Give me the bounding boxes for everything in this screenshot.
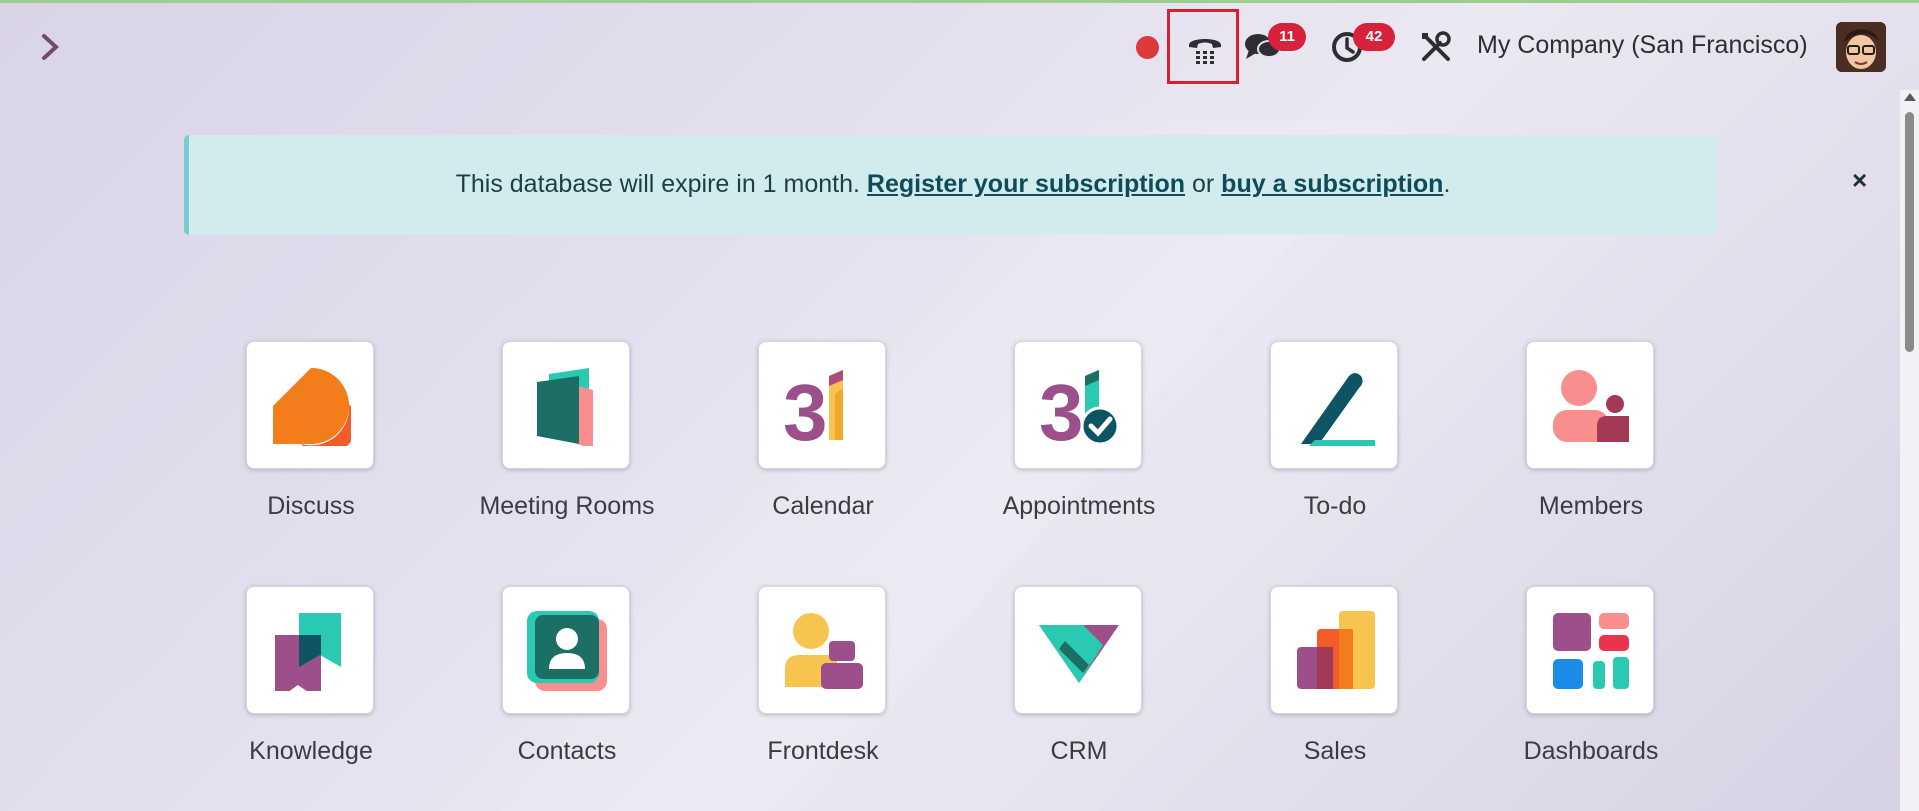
app-to-do[interactable]: To-do	[1207, 341, 1463, 531]
phone-button[interactable]	[1167, 9, 1239, 84]
app-appointments[interactable]: 3 Appointments	[951, 341, 1207, 531]
scrollbar-thumb[interactable]	[1905, 112, 1914, 352]
app-tile[interactable]	[502, 586, 630, 714]
meeting-rooms-icon	[537, 368, 593, 446]
company-switcher[interactable]: My Company (San Francisco)	[1477, 31, 1808, 60]
app-label: Meeting Rooms	[479, 492, 655, 520]
appointments-icon: 3	[1039, 368, 1119, 446]
dashboards-icon	[1553, 613, 1629, 689]
app-label: Contacts	[517, 737, 617, 765]
scroll-up-arrow-icon[interactable]	[1904, 93, 1916, 101]
app-contacts[interactable]: Contacts	[439, 586, 695, 776]
app-label: Discuss	[267, 492, 355, 520]
app-tile[interactable]	[758, 586, 886, 714]
app-tile[interactable]	[1526, 341, 1654, 469]
svg-text:3: 3	[783, 368, 828, 446]
phone-dialpad-icon	[1189, 39, 1221, 64]
svg-text:3: 3	[1039, 368, 1084, 446]
app-tile[interactable]: 3	[758, 341, 886, 469]
app-label: Calendar	[772, 492, 874, 520]
alert-message: This database will expire in 1 month. Re…	[189, 170, 1717, 199]
discuss-icon	[273, 368, 351, 446]
tools-icon	[1422, 31, 1451, 61]
register-subscription-link[interactable]: Register your subscription	[867, 170, 1185, 198]
app-tile[interactable]	[246, 341, 374, 469]
app-label: Sales	[1303, 737, 1367, 765]
menu-toggle-icon[interactable]	[36, 30, 70, 64]
app-tile[interactable]	[246, 586, 374, 714]
crm-icon	[1039, 625, 1119, 683]
alert-text-after: .	[1443, 170, 1451, 198]
app-dashboards[interactable]: Dashboards	[1463, 586, 1719, 776]
frontdesk-icon	[785, 613, 863, 689]
activities-count-badge: 42	[1353, 23, 1395, 51]
sales-icon	[1297, 611, 1375, 689]
app-label: Appointments	[1002, 492, 1156, 520]
app-members[interactable]: Members	[1463, 341, 1719, 531]
buy-subscription-link[interactable]: buy a subscription	[1221, 170, 1443, 198]
close-icon[interactable]: ×	[1852, 165, 1867, 196]
app-knowledge[interactable]: Knowledge	[183, 586, 439, 776]
to-do-icon	[1301, 373, 1375, 446]
app-tile[interactable]	[1526, 586, 1654, 714]
alert-text-middle: or	[1185, 170, 1222, 198]
top-accent-line	[0, 0, 1919, 3]
app-tile[interactable]	[1270, 586, 1398, 714]
app-label: Frontdesk	[767, 737, 879, 765]
app-tile[interactable]	[1014, 586, 1142, 714]
contacts-icon	[527, 611, 607, 691]
knowledge-icon	[275, 613, 341, 691]
app-label: To-do	[1303, 492, 1367, 520]
messages-count-badge: 11	[1268, 23, 1306, 51]
app-meeting-rooms[interactable]: Meeting Rooms	[439, 341, 695, 531]
user-avatar[interactable]	[1836, 22, 1886, 72]
app-tile[interactable]: 3	[1014, 341, 1142, 469]
app-sales[interactable]: Sales	[1207, 586, 1463, 776]
app-label: Knowledge	[249, 737, 373, 765]
app-frontdesk[interactable]: Frontdesk	[695, 586, 951, 776]
calendar-icon: 3	[783, 368, 843, 446]
app-label: Members	[1538, 492, 1644, 520]
debug-tools-button[interactable]	[1419, 30, 1453, 64]
app-tile[interactable]	[502, 341, 630, 469]
recording-dot-icon[interactable]	[1136, 36, 1159, 59]
app-label: Dashboards	[1523, 737, 1659, 765]
app-discuss[interactable]: Discuss	[183, 341, 439, 531]
app-crm[interactable]: CRM	[951, 586, 1207, 776]
app-tile[interactable]	[1270, 341, 1398, 469]
app-calendar[interactable]: 3 Calendar	[695, 341, 951, 531]
members-icon	[1553, 370, 1629, 442]
app-label: CRM	[1050, 737, 1108, 765]
subscription-alert: This database will expire in 1 month. Re…	[184, 135, 1867, 235]
alert-text-before: This database will expire in 1 month.	[455, 170, 867, 198]
